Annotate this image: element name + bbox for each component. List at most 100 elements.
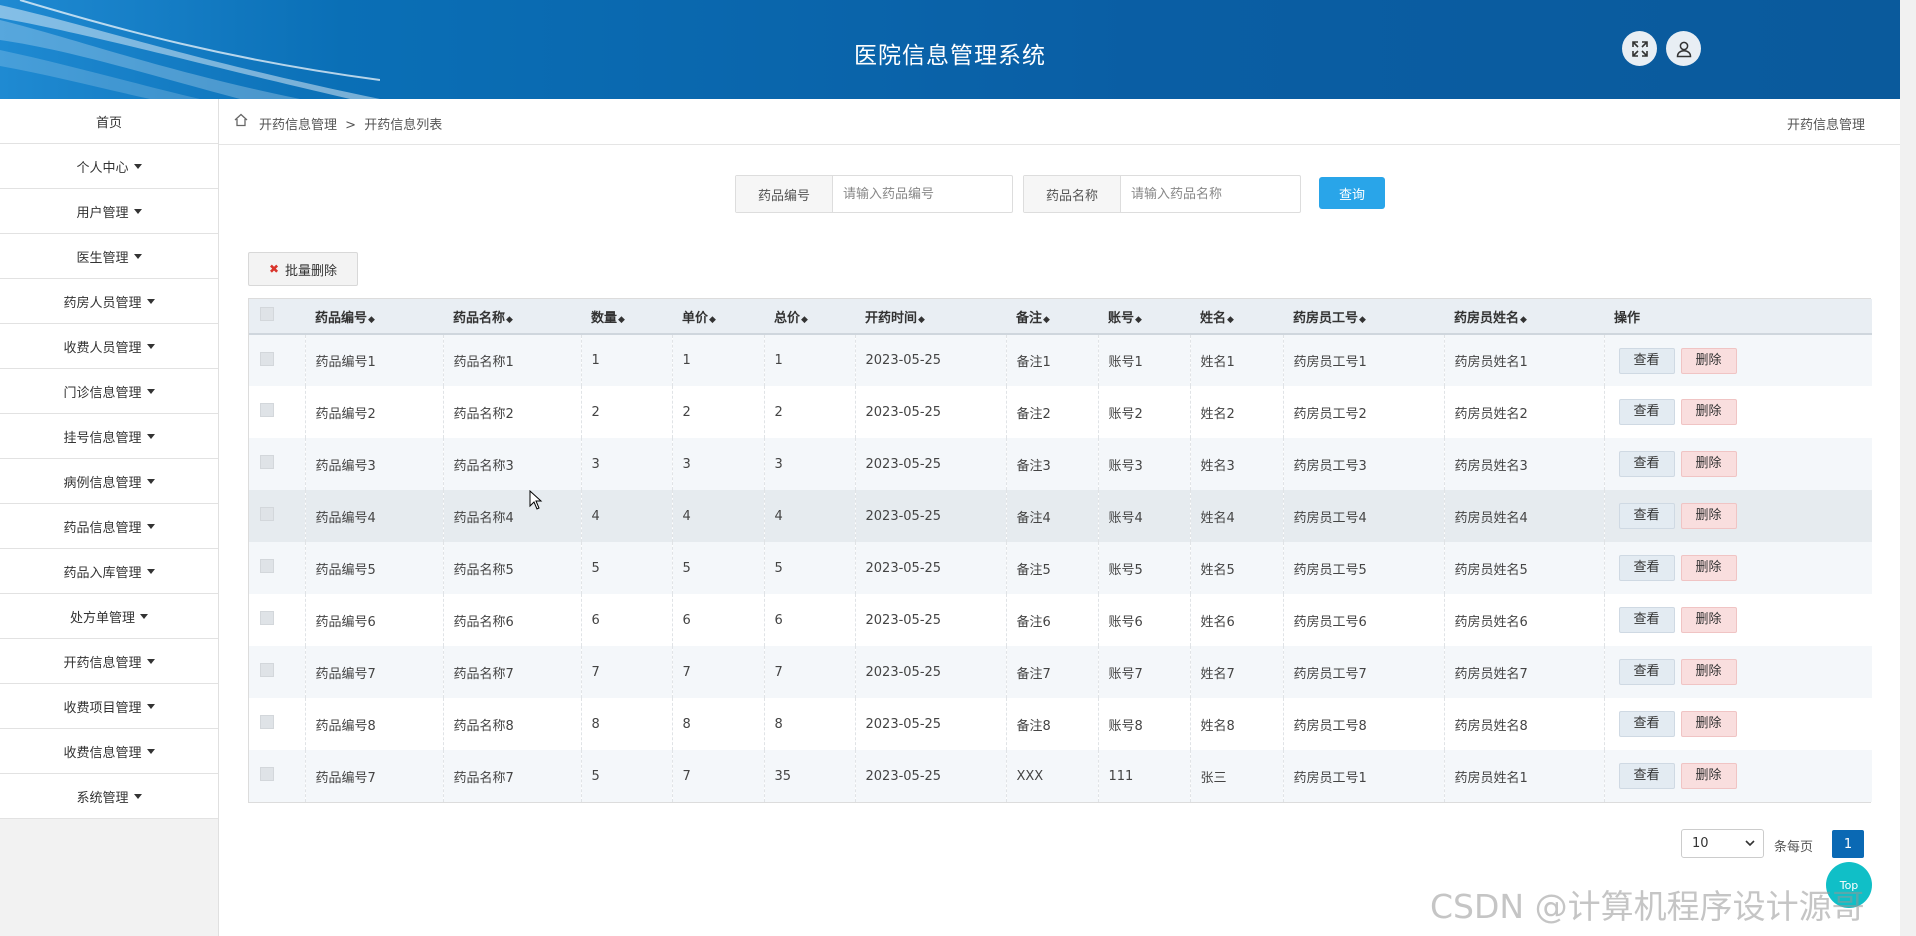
sidebar-item-5[interactable]: 收费人员管理 — [0, 324, 218, 369]
table-cell: 2023-05-25 — [854, 490, 1006, 542]
per-page-label: 条每页 — [1774, 840, 1814, 855]
column-header-3[interactable]: 单价◆ — [672, 299, 764, 335]
table-row[interactable]: 药品编号7 药品名称7 7 7 7 2023-05-25 备注7 账号7 姓名7 药房员工号7 药房… — [249, 646, 1872, 698]
table-row[interactable]: 药品编号4 药品名称4 4 4 4 2023-05-25 备注4 账号4 姓名4 药房员工号4 药房… — [249, 490, 1872, 542]
view-button[interactable]: 查看 — [1618, 503, 1675, 529]
batch-delete-button[interactable]: ✖ 批量删除 — [248, 252, 358, 286]
view-button[interactable]: 查看 — [1618, 607, 1675, 633]
column-header-label: 账号 — [1108, 310, 1135, 326]
sidebar-item-8[interactable]: 病例信息管理 — [0, 459, 218, 504]
row-checkbox[interactable] — [260, 455, 274, 469]
table-row[interactable]: 药品编号1 药品名称1 1 1 1 2023-05-25 备注1 账号1 姓名1 药房员工号1 药房… — [249, 334, 1872, 386]
sidebar-item-9[interactable]: 药品信息管理 — [0, 504, 218, 549]
user-menu-button[interactable] — [1666, 31, 1701, 66]
column-header-1[interactable]: 药品名称◆ — [443, 299, 581, 335]
view-button[interactable]: 查看 — [1618, 555, 1675, 581]
sidebar-item-12[interactable]: 开药信息管理 — [0, 639, 218, 684]
delete-button[interactable]: 删除 — [1680, 347, 1737, 374]
table-cell: 药品编号4 — [304, 490, 443, 542]
fullscreen-button[interactable] — [1622, 31, 1657, 66]
delete-button[interactable]: 删除 — [1680, 503, 1737, 529]
delete-button[interactable]: 删除 — [1680, 763, 1737, 789]
table-cell: 药品编号8 — [304, 698, 443, 750]
drug-name-search-group: 药品名称 — [1023, 175, 1301, 213]
table-cell: 3 — [580, 438, 672, 490]
caret-down-icon — [146, 433, 155, 439]
delete-button[interactable]: 删除 — [1680, 659, 1737, 685]
column-header-9[interactable]: 药房员工号◆ — [1283, 299, 1444, 335]
watermark: CSDN @计算机程序设计源哥 — [1430, 887, 1865, 926]
table-row[interactable]: 药品编号2 药品名称2 2 2 2 2023-05-25 备注2 账号2 姓名2 药房员工号2 药房… — [249, 386, 1872, 438]
sidebar-item-11[interactable]: 处方单管理 — [0, 594, 218, 639]
table-row[interactable]: 药品编号6 药品名称6 6 6 6 2023-05-25 备注6 账号6 姓名6 药房员工号6 药房… — [249, 594, 1872, 646]
row-checkbox[interactable] — [260, 507, 274, 521]
sidebar-item-15[interactable]: 系统管理 — [0, 774, 218, 819]
user-icon — [1676, 41, 1691, 57]
row-checkbox[interactable] — [260, 559, 274, 573]
caret-down-icon — [146, 748, 155, 754]
column-header-0[interactable]: 药品编号◆ — [305, 299, 443, 335]
delete-button[interactable]: 删除 — [1680, 451, 1737, 477]
column-header-6[interactable]: 备注◆ — [1006, 299, 1098, 335]
table-cell: 6 — [671, 594, 764, 646]
sidebar-item-7[interactable]: 挂号信息管理 — [0, 414, 218, 459]
caret-down-icon — [146, 658, 155, 664]
section-title: 开药信息管理 — [1786, 118, 1865, 133]
page-size-select[interactable]: 10 — [1681, 829, 1764, 858]
table-cell: 姓名5 — [1189, 542, 1283, 594]
row-actions: 查看 删除 — [1603, 438, 1872, 490]
delete-button[interactable]: 删除 — [1680, 399, 1737, 425]
sidebar-item-2[interactable]: 用户管理 — [0, 189, 218, 234]
query-button[interactable]: 查询 — [1319, 177, 1385, 209]
sidebar-item-4[interactable]: 药房人员管理 — [0, 279, 218, 324]
sidebar-item-10[interactable]: 药品入库管理 — [0, 549, 218, 594]
column-header-7[interactable]: 账号◆ — [1098, 299, 1190, 335]
sidebar-item-14[interactable]: 收费信息管理 — [0, 729, 218, 774]
row-checkbox[interactable] — [260, 715, 274, 729]
column-header-label: 单价 — [682, 310, 709, 326]
sidebar-item-0[interactable]: 首页 — [0, 99, 218, 144]
drug-code-input[interactable] — [833, 176, 983, 212]
sidebar-item-6[interactable]: 门诊信息管理 — [0, 369, 218, 414]
view-button[interactable]: 查看 — [1618, 659, 1675, 685]
column-header-10[interactable]: 药房员姓名◆ — [1444, 299, 1604, 335]
view-button[interactable]: 查看 — [1618, 711, 1675, 737]
table-cell: 药品名称6 — [442, 594, 581, 646]
column-header-2[interactable]: 数量◆ — [581, 299, 672, 335]
select-all-checkbox[interactable] — [260, 307, 274, 321]
delete-button[interactable]: 删除 — [1680, 711, 1737, 737]
sidebar-item-1[interactable]: 个人中心 — [0, 144, 218, 189]
column-header-8[interactable]: 姓名◆ — [1190, 299, 1283, 335]
row-checkbox[interactable] — [260, 351, 274, 366]
column-header-5[interactable]: 开药时间◆ — [855, 299, 1006, 335]
page-scrollbar[interactable] — [1900, 0, 1916, 936]
table-cell: 8 — [580, 698, 672, 750]
row-checkbox[interactable] — [260, 403, 274, 417]
column-header-4[interactable]: 总价◆ — [764, 299, 855, 335]
table-cell: 1 — [580, 334, 672, 386]
sidebar-item-3[interactable]: 医生管理 — [0, 234, 218, 279]
table-row[interactable]: 药品编号8 药品名称8 8 8 8 2023-05-25 备注8 账号8 姓名8 药房员工号8 药房… — [249, 698, 1872, 750]
home-icon[interactable] — [233, 112, 249, 128]
table-row[interactable]: 药品编号7 药品名称7 5 7 35 2023-05-25 XXX 111 张三 药房员工号1 药房… — [249, 750, 1872, 802]
drug-name-input[interactable] — [1121, 176, 1271, 212]
breadcrumb-item-parent[interactable]: 开药信息管理 — [259, 118, 337, 133]
table-cell: 药品名称1 — [442, 334, 581, 386]
table-cell: 3 — [671, 438, 764, 490]
delete-button[interactable]: 删除 — [1680, 555, 1737, 581]
row-checkbox[interactable] — [260, 663, 274, 677]
row-checkbox[interactable] — [260, 611, 274, 625]
view-button[interactable]: 查看 — [1618, 763, 1675, 789]
row-checkbox[interactable] — [260, 767, 274, 781]
table-cell: 5 — [671, 542, 764, 594]
sidebar: 首页 个人中心 用户管理 医生管理 药房人员管理 收费人员管理 门诊信息管理 挂号信息管理 病例… — [0, 99, 219, 936]
table-row[interactable]: 药品编号3 药品名称3 3 3 3 2023-05-25 备注3 账号3 姓名3 药房员工号3 药房… — [249, 438, 1872, 490]
page-button-current[interactable]: 1 — [1832, 830, 1864, 858]
view-button[interactable]: 查看 — [1618, 347, 1675, 374]
sort-icon: ◆ — [506, 314, 513, 325]
view-button[interactable]: 查看 — [1618, 399, 1675, 425]
delete-button[interactable]: 删除 — [1680, 607, 1737, 633]
table-row[interactable]: 药品编号5 药品名称5 5 5 5 2023-05-25 备注5 账号5 姓名5 药房员工号5 药房… — [249, 542, 1872, 594]
view-button[interactable]: 查看 — [1618, 451, 1675, 477]
sidebar-item-13[interactable]: 收费项目管理 — [0, 684, 218, 729]
